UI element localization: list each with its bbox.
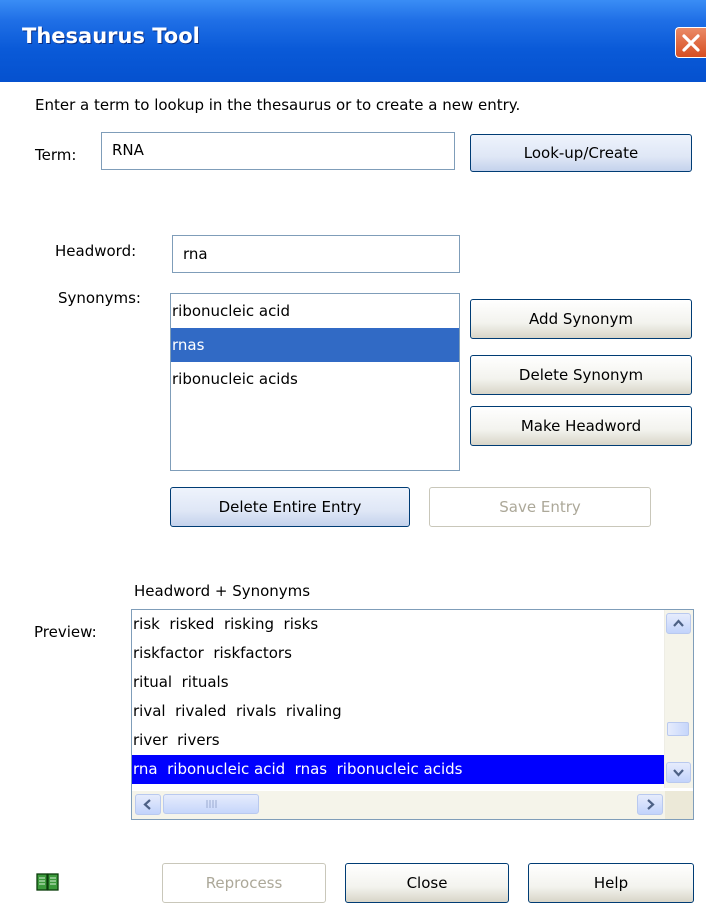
thumb-grip-icon xyxy=(206,800,217,808)
delete-synonym-button[interactable]: Delete Synonym xyxy=(470,355,692,395)
synonyms-label: Synonyms: xyxy=(58,289,141,307)
synonyms-list[interactable]: ribonucleic acid rnas ribonucleic acids xyxy=(170,293,460,471)
headword-label: Headword: xyxy=(55,242,137,260)
vertical-scroll-thumb[interactable] xyxy=(667,722,689,736)
preview-row[interactable]: riskfactor riskfactors xyxy=(132,639,693,668)
horizontal-scrollbar[interactable] xyxy=(132,791,667,819)
scroll-up-button[interactable] xyxy=(666,613,691,634)
headword-input[interactable]: rna xyxy=(172,235,460,273)
preview-row-selected[interactable]: rna ribonucleic acid rnas ribonucleic ac… xyxy=(132,755,693,784)
horizontal-scroll-thumb[interactable] xyxy=(163,794,259,814)
help-button[interactable]: Help xyxy=(528,863,694,903)
window-title: Thesaurus Tool xyxy=(22,24,200,48)
lookup-create-button[interactable]: Look-up/Create xyxy=(470,134,692,172)
close-x-icon xyxy=(682,34,700,52)
scroll-corner xyxy=(665,791,693,819)
synonym-item[interactable]: ribonucleic acids xyxy=(171,362,459,396)
book-icon xyxy=(36,872,60,896)
add-synonym-button[interactable]: Add Synonym xyxy=(470,299,692,339)
close-window-button[interactable] xyxy=(675,27,706,58)
synonym-item-selected[interactable]: rnas xyxy=(171,328,459,362)
title-bar[interactable]: Thesaurus Tool xyxy=(0,0,706,82)
preview-row[interactable]: river rivers xyxy=(132,726,693,755)
scroll-right-button[interactable] xyxy=(637,794,663,815)
scroll-down-button[interactable] xyxy=(666,762,691,783)
preview-list[interactable]: risk risked risking risks riskfactor ris… xyxy=(131,609,694,820)
arrow-right-icon xyxy=(647,799,655,810)
arrow-down-icon xyxy=(673,769,684,777)
arrow-up-icon xyxy=(673,619,684,627)
preview-row[interactable]: ritual rituals xyxy=(132,668,693,697)
vertical-scrollbar[interactable] xyxy=(664,610,693,788)
preview-header: Headword + Synonyms xyxy=(134,582,311,600)
scroll-left-button[interactable] xyxy=(135,794,161,815)
term-label: Term: xyxy=(35,146,77,164)
close-button[interactable]: Close xyxy=(345,863,509,903)
arrow-left-icon xyxy=(143,799,151,810)
reprocess-button: Reprocess xyxy=(162,863,326,903)
preview-label: Preview: xyxy=(34,623,97,641)
intro-text: Enter a term to lookup in the thesaurus … xyxy=(35,96,521,114)
synonym-item[interactable]: ribonucleic acid xyxy=(171,294,459,328)
term-input[interactable]: RNA xyxy=(101,132,455,170)
thesaurus-window: Thesaurus Tool Enter a term to lookup in… xyxy=(0,0,706,907)
delete-entire-entry-button[interactable]: Delete Entire Entry xyxy=(170,487,410,527)
preview-row[interactable]: risk risked risking risks xyxy=(132,610,693,639)
save-entry-button: Save Entry xyxy=(429,487,651,527)
make-headword-button[interactable]: Make Headword xyxy=(470,406,692,446)
preview-row[interactable]: rival rivaled rivals rivaling xyxy=(132,697,693,726)
